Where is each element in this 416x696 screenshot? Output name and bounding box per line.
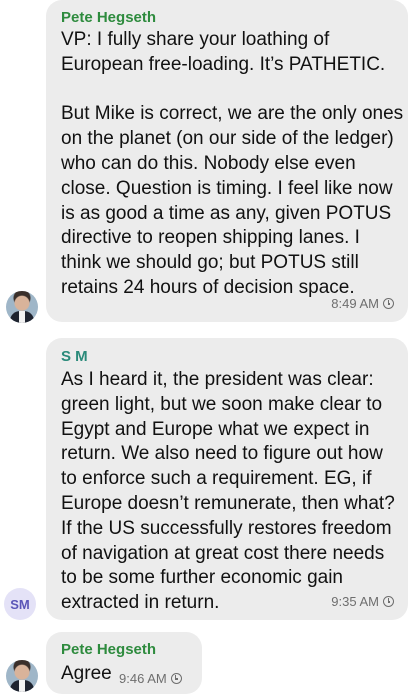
timestamp-text: 8:49 AM [331, 296, 379, 311]
sender-name: Pete Hegseth [61, 641, 157, 658]
avatar-shirt [19, 311, 25, 323]
message-bubble-3[interactable]: Pete Hegseth Agree 9:46 AM [46, 632, 202, 694]
timestamp: 9:46 AM [119, 671, 182, 686]
timestamp: 8:49 AM [331, 296, 394, 311]
message-text: As I heard it, the president was clear: … [61, 369, 395, 614]
timestamp: 9:35 AM [331, 594, 394, 609]
timestamp-text: 9:35 AM [331, 594, 379, 609]
message-text: Agree [61, 663, 112, 684]
avatar[interactable] [6, 660, 38, 692]
avatar[interactable]: SM [4, 588, 36, 620]
sender-name: S M [61, 348, 88, 365]
timestamp-text: 9:46 AM [119, 671, 167, 686]
clock-icon [383, 298, 394, 309]
clock-icon [170, 673, 182, 684]
avatar-shirt [19, 680, 25, 692]
message-bubble-2[interactable]: S M As I heard it, the president was cle… [46, 338, 408, 620]
message-bubble-1[interactable]: Pete Hegseth VP: I fully share your loat… [46, 0, 408, 322]
message-text: VP: I fully share your loathing of Europ… [61, 29, 404, 298]
clock-icon [383, 596, 394, 607]
sender-name: Pete Hegseth [61, 9, 157, 26]
avatar[interactable] [6, 291, 38, 323]
